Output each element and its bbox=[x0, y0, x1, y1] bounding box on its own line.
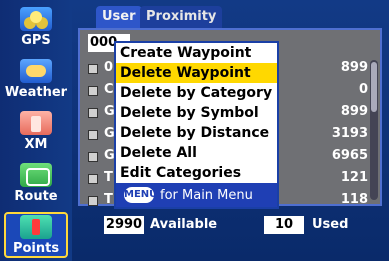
waypoint-symbol-icon bbox=[88, 196, 98, 206]
used-count: 10 bbox=[264, 216, 304, 234]
scrollbar[interactable] bbox=[370, 60, 378, 200]
nav-route[interactable]: Route bbox=[4, 160, 68, 206]
waypoint-row-name: T bbox=[104, 192, 113, 207]
waypoint-symbol-icon bbox=[88, 130, 98, 140]
device-screen: GPS Weather XM Route Points User Proximi… bbox=[0, 0, 389, 261]
nav-label-route: Route bbox=[14, 189, 58, 204]
available-label: Available bbox=[150, 217, 218, 232]
waypoint-symbol-icon bbox=[88, 86, 98, 96]
weather-icon bbox=[20, 59, 52, 83]
sidebar: GPS Weather XM Route Points bbox=[0, 0, 72, 261]
menu-item-delete-all[interactable]: Delete All bbox=[116, 143, 277, 163]
waypoint-row-value: 0 bbox=[358, 82, 368, 97]
tab-proximity[interactable]: Proximity bbox=[140, 6, 223, 28]
waypoint-symbol-icon bbox=[88, 108, 98, 118]
nav-gps[interactable]: GPS bbox=[4, 4, 68, 50]
scrollbar-thumb[interactable] bbox=[371, 62, 377, 112]
waypoint-row-value: 3193 bbox=[331, 126, 368, 141]
waypoint-row-value: 121 bbox=[340, 170, 368, 185]
waypoint-row-value: 118 bbox=[340, 192, 368, 207]
tab-proximity-label: Proximity bbox=[146, 9, 217, 24]
tab-user-label: User bbox=[102, 9, 136, 24]
waypoint-row-name: T bbox=[104, 170, 113, 185]
menu-button-icon: MENU bbox=[124, 187, 157, 203]
satellite-icon bbox=[20, 7, 52, 31]
used-label: Used bbox=[312, 217, 349, 232]
nav-points[interactable]: Points bbox=[4, 212, 68, 258]
waypoint-row-value: 6965 bbox=[331, 148, 368, 163]
menu-footer: MENU for Main Menu bbox=[116, 183, 277, 207]
waypoint-symbol-icon bbox=[88, 174, 98, 184]
nav-label-weather: Weather bbox=[4, 85, 68, 100]
menu-item-delete-waypoint[interactable]: Delete Waypoint bbox=[116, 63, 277, 83]
tab-user[interactable]: User bbox=[96, 6, 142, 28]
options-menu: Create Waypoint Delete Waypoint Delete b… bbox=[114, 41, 279, 209]
menu-item-delete-by-distance[interactable]: Delete by Distance bbox=[116, 123, 277, 143]
nav-xm[interactable]: XM bbox=[4, 108, 68, 154]
waypoint-symbol-icon bbox=[88, 64, 98, 74]
nav-label-points: Points bbox=[12, 241, 60, 256]
waypoint-row-value: 899 bbox=[340, 104, 368, 119]
waypoint-row-value: 899 bbox=[340, 60, 368, 75]
waypoint-row-name: 0 bbox=[104, 60, 114, 75]
menu-item-create-waypoint[interactable]: Create Waypoint bbox=[116, 43, 277, 63]
available-count: 2990 bbox=[104, 216, 144, 234]
nav-weather[interactable]: Weather bbox=[4, 56, 68, 102]
menu-item-edit-categories[interactable]: Edit Categories bbox=[116, 163, 277, 183]
menu-footer-text: for Main Menu bbox=[160, 187, 253, 203]
menu-item-delete-by-symbol[interactable]: Delete by Symbol bbox=[116, 103, 277, 123]
waypoint-symbol-icon bbox=[88, 152, 98, 162]
menu-item-delete-by-category[interactable]: Delete by Category bbox=[116, 83, 277, 103]
status-bar: 2990 Available 10 Used bbox=[76, 211, 384, 241]
waypoint-row-name: C bbox=[104, 82, 114, 97]
route-icon bbox=[20, 163, 52, 187]
waypoint-icon bbox=[20, 215, 52, 239]
radio-icon bbox=[20, 111, 52, 135]
nav-label-xm: XM bbox=[24, 137, 48, 152]
nav-label-gps: GPS bbox=[21, 33, 51, 48]
